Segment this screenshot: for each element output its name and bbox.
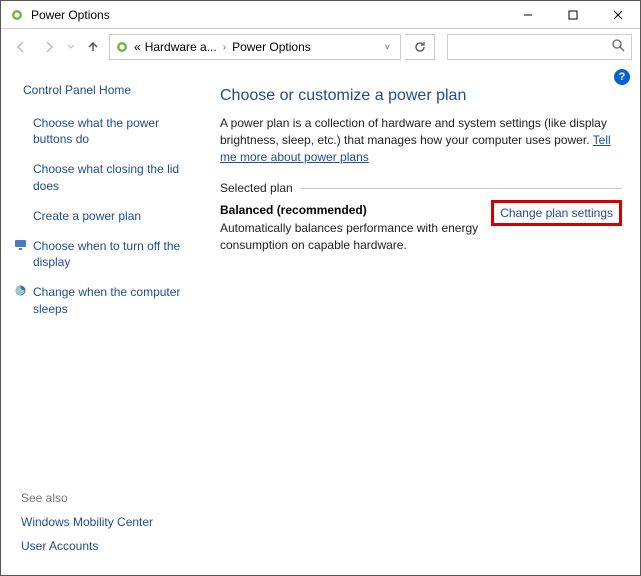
- see-also-user-accounts[interactable]: User Accounts: [13, 539, 194, 553]
- sidebar: Control Panel Home Choose what the power…: [1, 65, 206, 575]
- search-box[interactable]: [447, 34, 632, 60]
- power-plan-row: Balanced (recommended) Automatically bal…: [220, 203, 622, 252]
- sidebar-link-label: Choose what the power buttons do: [33, 115, 194, 147]
- power-options-icon: [9, 7, 25, 23]
- sidebar-link-label: Change when the computer sleeps: [33, 284, 194, 316]
- window-title: Power Options: [31, 8, 110, 22]
- see-also-header: See also: [13, 491, 194, 505]
- breadcrumb-ellipsis[interactable]: «: [134, 40, 141, 54]
- sidebar-link-power-buttons[interactable]: Choose what the power buttons do: [13, 115, 194, 147]
- titlebar: Power Options: [1, 1, 640, 29]
- sidebar-link-create-plan[interactable]: Create a power plan: [13, 208, 194, 224]
- plan-description: Automatically balances performance with …: [220, 220, 483, 252]
- sidebar-link-closing-lid[interactable]: Choose what closing the lid does: [13, 161, 194, 193]
- navbar: « Hardware a... › Power Options ˅: [1, 29, 640, 65]
- display-icon: [13, 238, 27, 251]
- search-input[interactable]: [454, 40, 612, 54]
- refresh-button[interactable]: [405, 34, 435, 60]
- page-heading: Choose or customize a power plan: [220, 87, 622, 105]
- sidebar-link-label: Choose what closing the lid does: [33, 161, 194, 193]
- minimize-button[interactable]: [505, 1, 550, 29]
- breadcrumb-dropdown[interactable]: ˅: [379, 42, 396, 52]
- recent-locations-dropdown[interactable]: [65, 35, 77, 59]
- sleep-icon: [13, 284, 27, 297]
- change-plan-settings-highlight: Change plan settings: [491, 200, 622, 226]
- plan-name: Balanced (recommended): [220, 203, 483, 217]
- back-button[interactable]: [9, 35, 33, 59]
- forward-button[interactable]: [37, 35, 61, 59]
- up-button[interactable]: [81, 35, 105, 59]
- see-also-mobility-center[interactable]: Windows Mobility Center: [13, 515, 194, 529]
- sidebar-link-computer-sleeps[interactable]: Change when the computer sleeps: [13, 284, 194, 316]
- description-text: A power plan is a collection of hardware…: [220, 116, 607, 147]
- close-button[interactable]: [595, 1, 640, 29]
- chevron-right-icon[interactable]: ›: [221, 42, 228, 53]
- plan-info: Balanced (recommended) Automatically bal…: [220, 203, 483, 252]
- breadcrumb-current[interactable]: Power Options: [232, 40, 311, 54]
- breadcrumb-parent[interactable]: Hardware a...: [145, 40, 217, 54]
- search-icon[interactable]: [612, 39, 625, 55]
- control-panel-home-link[interactable]: Control Panel Home: [23, 83, 194, 97]
- maximize-button[interactable]: [550, 1, 595, 29]
- sidebar-link-label: Choose when to turn off the display: [33, 238, 194, 270]
- power-options-icon: [114, 39, 130, 55]
- page-description: A power plan is a collection of hardware…: [220, 115, 622, 165]
- selected-plan-label: Selected plan: [220, 181, 301, 195]
- main-panel: Choose or customize a power plan A power…: [206, 65, 640, 575]
- help-icon[interactable]: ?: [614, 69, 630, 85]
- selected-plan-section: Selected plan: [220, 181, 622, 195]
- sidebar-link-turn-off-display[interactable]: Choose when to turn off the display: [13, 238, 194, 270]
- address-bar[interactable]: « Hardware a... › Power Options ˅: [109, 34, 401, 60]
- sidebar-link-label: Create a power plan: [33, 208, 194, 224]
- window-controls: [505, 1, 640, 29]
- change-plan-settings-link[interactable]: Change plan settings: [500, 206, 613, 220]
- divider: [301, 188, 622, 189]
- content-area: ? Control Panel Home Choose what the pow…: [1, 65, 640, 575]
